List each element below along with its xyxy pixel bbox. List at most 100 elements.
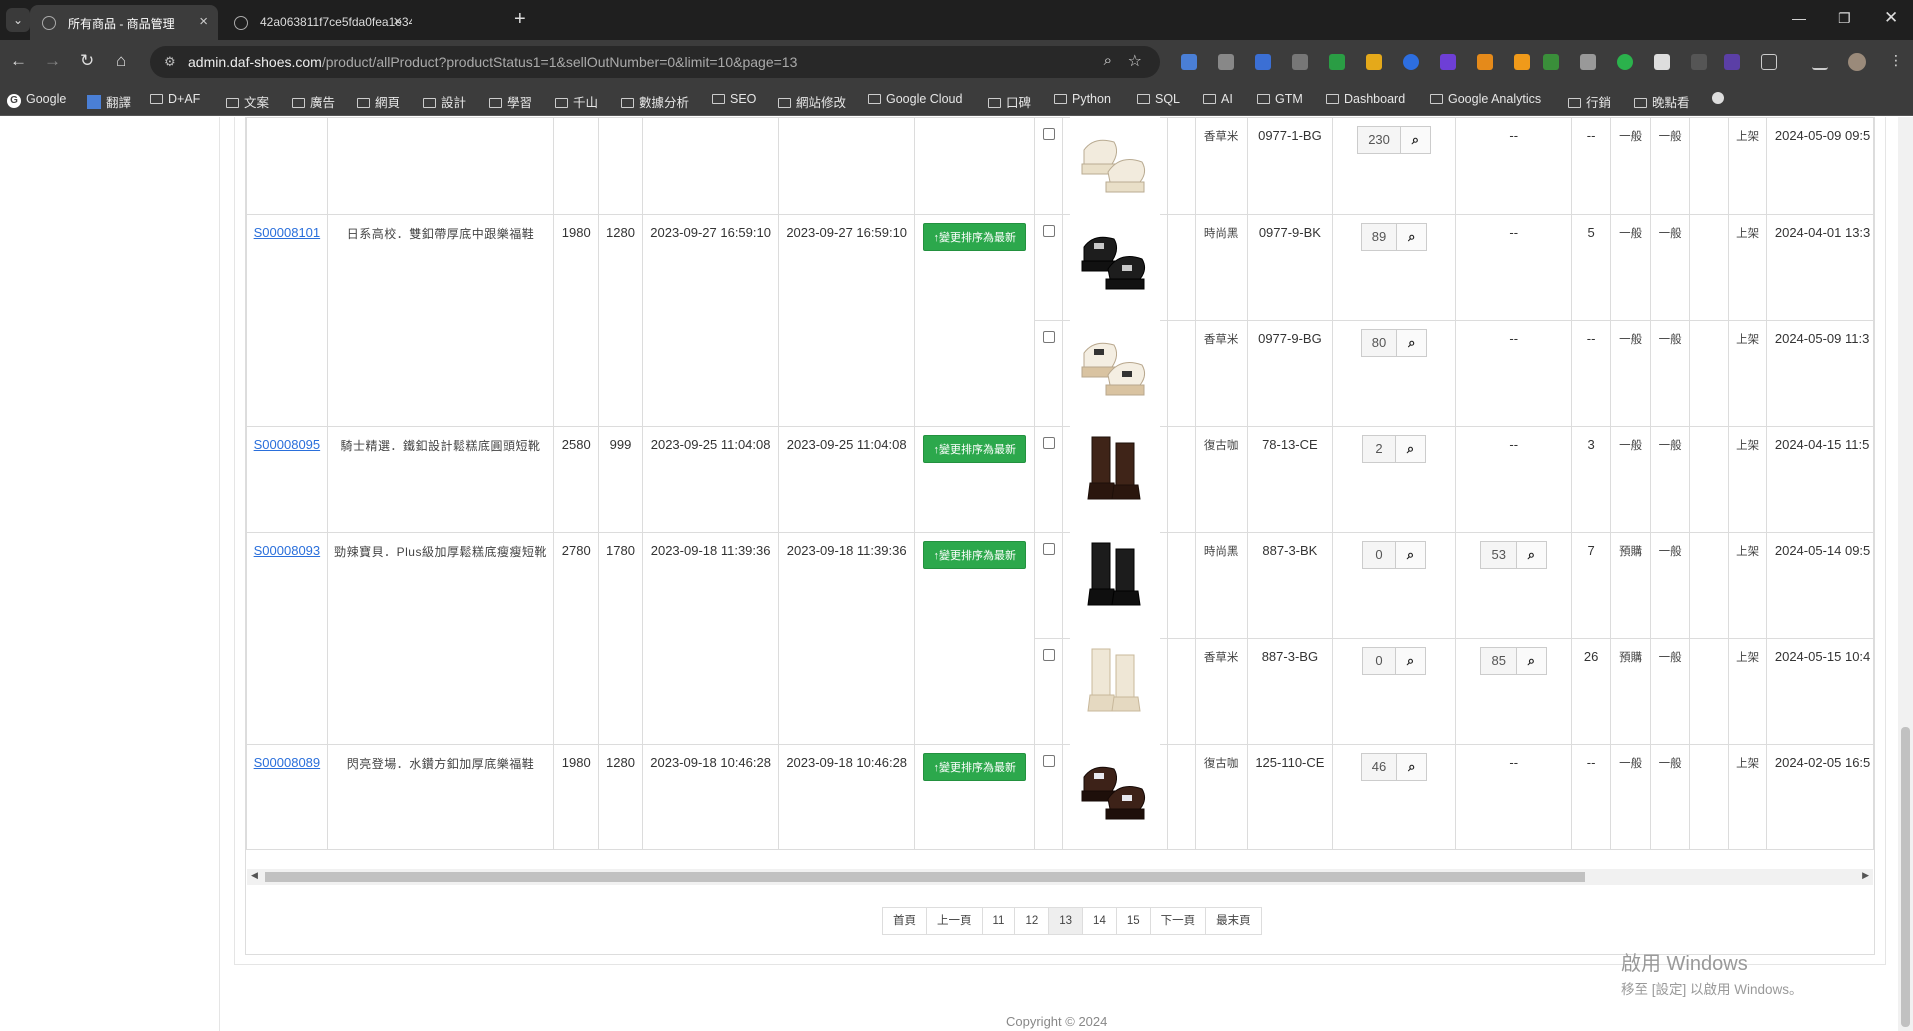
product-id-link[interactable]: S00008093: [254, 543, 321, 558]
scrollbar-thumb[interactable]: [1901, 727, 1910, 1027]
bookmark-folder[interactable]: 網頁: [357, 92, 400, 111]
variant-checkbox[interactable]: [1042, 331, 1055, 343]
search-icon[interactable]: ⌕: [1400, 126, 1431, 154]
bookmark-folder[interactable]: SQL: [1137, 92, 1180, 106]
tab-search-icon[interactable]: ⌄: [6, 8, 30, 32]
stock-value[interactable]: 0: [1362, 541, 1397, 569]
sort-to-newest-button[interactable]: ↑變更排序為最新: [923, 753, 1026, 781]
stock-value[interactable]: 0: [1362, 647, 1397, 675]
bookmark-folder[interactable]: SEO: [712, 92, 756, 106]
bookmark-folder[interactable]: 晚點看: [1634, 92, 1690, 111]
extension-icon[interactable]: [1440, 54, 1456, 70]
stock-value[interactable]: 80: [1360, 329, 1398, 357]
close-icon[interactable]: ×: [199, 13, 208, 30]
scrollbar-thumb[interactable]: [265, 872, 1585, 882]
stock-field[interactable]: 0 ⌕: [1362, 541, 1427, 569]
sort-to-newest-button[interactable]: ↑變更排序為最新: [923, 223, 1026, 251]
search-icon[interactable]: ⌕: [1396, 647, 1427, 675]
avatar[interactable]: [1848, 53, 1866, 71]
close-icon[interactable]: ×: [393, 13, 402, 30]
page-link[interactable]: 13: [1048, 907, 1084, 935]
page-link[interactable]: 14: [1082, 907, 1117, 935]
camera-extension-icon[interactable]: [1218, 54, 1234, 70]
stock-field[interactable]: 2 ⌕: [1362, 435, 1427, 463]
amazon-extension-icon[interactable]: [1477, 54, 1493, 70]
extension-icon[interactable]: [1543, 54, 1559, 70]
vertical-scrollbar[interactable]: [1898, 117, 1913, 1031]
restore-icon[interactable]: ❐: [1838, 10, 1851, 27]
bookmark-folder[interactable]: GTM: [1257, 92, 1303, 106]
code-extension-icon[interactable]: [1292, 54, 1308, 70]
bookmark-extra[interactable]: [1712, 92, 1724, 107]
extension-icon[interactable]: [1654, 54, 1670, 70]
home-icon[interactable]: ⌂: [116, 51, 126, 71]
search-icon[interactable]: ⌕: [1396, 541, 1427, 569]
search-icon[interactable]: ⌕: [1396, 435, 1427, 463]
bookmark-folder[interactable]: Dashboard: [1326, 92, 1405, 106]
extension-icon[interactable]: [1724, 54, 1740, 70]
page-link[interactable]: 首頁: [882, 907, 927, 935]
sheets-extension-icon[interactable]: [1329, 54, 1345, 70]
bookmark-star-icon[interactable]: ☆: [1128, 51, 1142, 71]
bookmark-folder[interactable]: AI: [1203, 92, 1233, 106]
sort-to-newest-button[interactable]: ↑變更排序為最新: [923, 541, 1026, 569]
bookmark-folder[interactable]: Google Cloud: [868, 92, 962, 106]
bookmark-folder[interactable]: 文案: [226, 92, 269, 111]
variant-checkbox[interactable]: [1042, 543, 1055, 555]
stock-field[interactable]: 0 ⌕: [1362, 647, 1427, 675]
zoom-icon[interactable]: ⌕: [1104, 52, 1112, 69]
stock-field[interactable]: 80 ⌕: [1360, 329, 1428, 357]
bookmark-folder[interactable]: Google Analytics: [1430, 92, 1541, 106]
preorder-field[interactable]: 85 ⌕: [1480, 647, 1547, 675]
back-icon[interactable]: ←: [10, 51, 27, 71]
site-info-icon[interactable]: ⚙: [164, 54, 176, 70]
page-link[interactable]: 最末頁: [1205, 907, 1262, 935]
preorder-value[interactable]: 53: [1480, 541, 1517, 569]
page-link[interactable]: 11: [981, 907, 1016, 935]
address-bar[interactable]: ⚙ admin.daf-shoes.com/product/allProduct…: [150, 46, 1160, 78]
download-icon[interactable]: [1812, 54, 1828, 70]
page-link[interactable]: 12: [1014, 907, 1050, 935]
bookmark-folder[interactable]: 網站修改: [778, 92, 846, 111]
product-id-link[interactable]: S00008089: [254, 755, 321, 770]
variant-checkbox[interactable]: [1042, 225, 1055, 237]
bookmark-folder[interactable]: D+AF: [150, 92, 200, 106]
minimize-icon[interactable]: —: [1792, 10, 1806, 26]
stock-field[interactable]: 230 ⌕: [1357, 126, 1431, 154]
translate-extension-icon[interactable]: [1181, 54, 1197, 70]
extension-icon[interactable]: [1403, 54, 1419, 70]
stock-value[interactable]: 46: [1360, 753, 1398, 781]
scroll-left-icon[interactable]: ◀: [251, 870, 258, 881]
bookmark-folder[interactable]: Python: [1054, 92, 1111, 106]
pen-extension-icon[interactable]: [1691, 54, 1707, 70]
search-icon[interactable]: ⌕: [1397, 223, 1428, 251]
stock-value[interactable]: 230: [1357, 126, 1401, 154]
page-link[interactable]: 下一頁: [1149, 907, 1207, 935]
bookmark-folder[interactable]: 學習: [489, 92, 532, 111]
search-icon[interactable]: ⌕: [1397, 329, 1428, 357]
variant-checkbox[interactable]: [1042, 649, 1055, 661]
bookmark-folder[interactable]: 廣告: [292, 92, 335, 111]
preorder-field[interactable]: 53 ⌕: [1480, 541, 1547, 569]
page-link[interactable]: 15: [1115, 907, 1151, 935]
search-icon[interactable]: ⌕: [1397, 753, 1428, 781]
stock-field[interactable]: 89 ⌕: [1360, 223, 1428, 251]
extension-icon[interactable]: [1255, 54, 1271, 70]
extension-icon[interactable]: [1514, 54, 1530, 70]
variant-checkbox[interactable]: [1042, 128, 1055, 140]
bookmark-folder[interactable]: 千山: [555, 92, 598, 111]
variant-checkbox[interactable]: [1042, 437, 1055, 449]
scroll-right-icon[interactable]: ▶: [1862, 870, 1869, 881]
puzzle-extensions-icon[interactable]: [1761, 54, 1777, 70]
close-window-icon[interactable]: ✕: [1884, 8, 1898, 28]
search-icon[interactable]: ⌕: [1516, 541, 1547, 569]
bookmark-google[interactable]: G Google: [7, 92, 66, 108]
variant-checkbox[interactable]: [1042, 755, 1055, 767]
bookmark-folder[interactable]: 行銷: [1568, 92, 1611, 111]
tab-hash[interactable]: 42a063811f7ce5fda0fea1e34 ×: [222, 5, 412, 40]
bookmark-translate[interactable]: 翻譯: [87, 92, 131, 111]
extension-icon[interactable]: [1617, 54, 1633, 70]
tab-all-products[interactable]: 所有商品 - 商品管理 ×: [30, 5, 218, 40]
bookmark-folder[interactable]: 口碑: [988, 92, 1031, 111]
extension-icon[interactable]: [1366, 54, 1382, 70]
